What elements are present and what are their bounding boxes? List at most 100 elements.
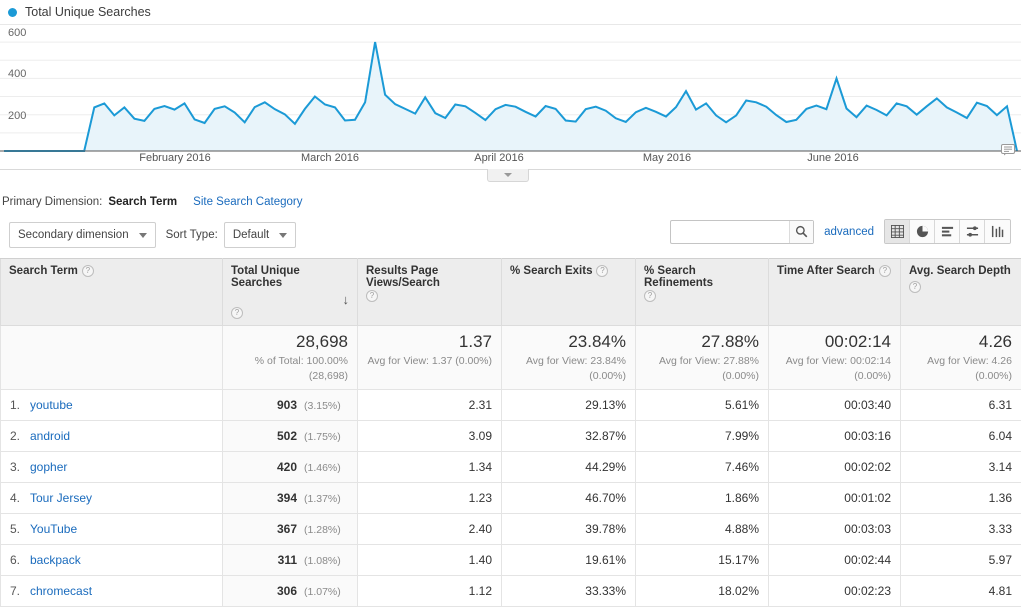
search-term-link[interactable]: android <box>30 429 70 443</box>
cell-total-unique-searches: 306 (1.07%) <box>223 575 358 606</box>
table-body: 28,698% of Total: 100.00%(28,698)1.37Avg… <box>1 326 1021 607</box>
table-search-box[interactable] <box>670 220 814 244</box>
x-axis-tick-apr: April 2016 <box>474 152 524 164</box>
summary-cell: 27.88%Avg for View: 27.88%(0.00%) <box>636 326 769 390</box>
summary-note: Avg for View: 1.37 (0.00%) <box>367 354 492 368</box>
help-icon[interactable]: ? <box>596 265 608 277</box>
advanced-link[interactable]: advanced <box>824 226 874 238</box>
search-term-link[interactable]: backpack <box>30 553 81 567</box>
search-button[interactable] <box>789 221 813 243</box>
metric-value: 903 <box>277 398 297 412</box>
site-search-terms-table: Search Term ? Total Unique Searches ↓ ? … <box>0 258 1021 607</box>
comparison-view-icon[interactable] <box>960 220 985 243</box>
primary-dimension-search-term[interactable]: Search Term <box>108 196 177 208</box>
annotation-bubble-icon[interactable] <box>1001 144 1015 156</box>
pivot-view-icon[interactable] <box>985 220 1010 243</box>
column-header-results-page-views-per-search[interactable]: Results Page Views/Search ? <box>358 259 502 326</box>
cell-search-term: 5.YouTube <box>1 513 223 544</box>
table-row: 3.gopher420(1.46%)1.3444.29%7.46%00:02:0… <box>1 451 1021 482</box>
x-axis: February 2016 March 2016 April 2016 May … <box>0 152 1021 168</box>
column-header-avg-search-depth[interactable]: Avg. Search Depth ? <box>901 259 1021 326</box>
sort-type-value: Default <box>233 229 269 241</box>
search-input[interactable] <box>671 221 789 243</box>
cell-search-term: 1.youtube <box>1 389 223 420</box>
metric-value: 394 <box>277 491 297 505</box>
cell-avg-search-depth: 4.81 <box>901 575 1021 606</box>
column-header-search-refinements[interactable]: % Search Refinements ? <box>636 259 769 326</box>
legend-color-dot <box>8 8 17 17</box>
cell-results-page-views-per-search: 3.09 <box>358 420 502 451</box>
metric-value: 306 <box>277 584 297 598</box>
summary-note: Avg for View: 23.84%(0.00%) <box>511 354 626 382</box>
cell-total-unique-searches: 367(1.28%) <box>223 513 358 544</box>
cell-time-after-search: 00:03:03 <box>769 513 901 544</box>
column-header-search-term[interactable]: Search Term ? <box>1 259 223 326</box>
column-header-time-after-search[interactable]: Time After Search ? <box>769 259 901 326</box>
cell-time-after-search: 00:03:40 <box>769 389 901 420</box>
cell-avg-search-depth: 1.36 <box>901 482 1021 513</box>
chart-panel: Total Unique Searches 600 400 200 Februa… <box>0 0 1021 178</box>
metric-percent: (1.37%) <box>304 493 348 505</box>
metric-value: 367 <box>277 522 297 536</box>
secondary-dimension-dropdown[interactable]: Secondary dimension <box>9 222 156 248</box>
search-term-link[interactable]: gopher <box>30 460 67 474</box>
performance-view-icon[interactable] <box>935 220 960 243</box>
table-row: 5.YouTube367(1.28%)2.4039.78%4.88%00:03:… <box>1 513 1021 544</box>
search-term-link[interactable]: youtube <box>30 398 73 412</box>
summary-blank-cell <box>1 326 223 390</box>
row-index: 2. <box>10 429 30 443</box>
table-view-icon[interactable] <box>885 220 910 243</box>
cell-total-unique-searches: 903(3.15%) <box>223 389 358 420</box>
row-index: 1. <box>10 398 30 412</box>
primary-dimension-row: Primary Dimension: Search Term Site Sear… <box>0 196 1021 208</box>
cell-search-exits: 44.29% <box>502 451 636 482</box>
help-icon[interactable]: ? <box>879 265 891 277</box>
cell-avg-search-depth: 3.33 <box>901 513 1021 544</box>
chevron-down-icon <box>139 233 147 238</box>
cell-search-term: 7.chromecast <box>1 575 223 606</box>
y-axis-tick-200: 200 <box>8 111 26 122</box>
cell-results-page-views-per-search: 1.34 <box>358 451 502 482</box>
summary-value: 4.26 <box>910 332 1012 352</box>
pivot-icon <box>991 225 1004 238</box>
comparison-icon <box>966 225 979 238</box>
metric-percent: (1.08%) <box>304 555 348 567</box>
summary-note: % of Total: 100.00%(28,698) <box>232 354 348 382</box>
cell-search-term: 3.gopher <box>1 451 223 482</box>
table-row: 2.android502(1.75%)3.0932.87%7.99%00:03:… <box>1 420 1021 451</box>
column-label: Time After Search <box>777 265 875 277</box>
row-index: 6. <box>10 553 30 567</box>
x-axis-tick-mar: March 2016 <box>301 152 359 164</box>
help-icon[interactable]: ? <box>231 307 243 319</box>
cell-search-refinements: 1.86% <box>636 482 769 513</box>
cell-search-refinements: 5.61% <box>636 389 769 420</box>
table-row: 4.Tour Jersey394(1.37%)1.2346.70%1.86%00… <box>1 482 1021 513</box>
table-row: 6.backpack311(1.08%)1.4019.61%15.17%00:0… <box>1 544 1021 575</box>
chevron-down-icon <box>504 173 512 177</box>
column-header-search-exits[interactable]: % Search Exits ? <box>502 259 636 326</box>
column-header-total-unique-searches[interactable]: Total Unique Searches ↓ ? <box>223 259 358 326</box>
cell-search-refinements: 7.46% <box>636 451 769 482</box>
table-header-row: Search Term ? Total Unique Searches ↓ ? … <box>1 259 1021 326</box>
chart-svg <box>0 25 1021 153</box>
help-icon[interactable]: ? <box>644 290 656 302</box>
primary-dimension-site-search-category[interactable]: Site Search Category <box>193 196 302 208</box>
cell-time-after-search: 00:02:02 <box>769 451 901 482</box>
help-icon[interactable]: ? <box>366 290 378 302</box>
x-axis-tick-feb: February 2016 <box>139 152 211 164</box>
summary-note: Avg for View: 00:02:14(0.00%) <box>778 354 891 382</box>
help-icon[interactable]: ? <box>82 265 94 277</box>
column-label: Total Unique Searches <box>231 265 349 289</box>
summary-cell: 28,698% of Total: 100.00%(28,698) <box>223 326 358 390</box>
pie-view-icon[interactable] <box>910 220 935 243</box>
help-icon[interactable]: ? <box>909 281 921 293</box>
sort-descending-icon[interactable]: ↓ <box>343 293 350 306</box>
search-term-link[interactable]: YouTube <box>30 522 77 536</box>
search-term-link[interactable]: Tour Jersey <box>30 491 92 505</box>
collapse-chart-button[interactable] <box>487 169 529 182</box>
metric-percent: (1.07%) <box>304 586 348 598</box>
cell-total-unique-searches: 420(1.46%) <box>223 451 358 482</box>
table-row: 1.youtube903(3.15%)2.3129.13%5.61%00:03:… <box>1 389 1021 420</box>
search-term-link[interactable]: chromecast <box>30 584 92 598</box>
sort-type-dropdown[interactable]: Default <box>224 222 296 248</box>
